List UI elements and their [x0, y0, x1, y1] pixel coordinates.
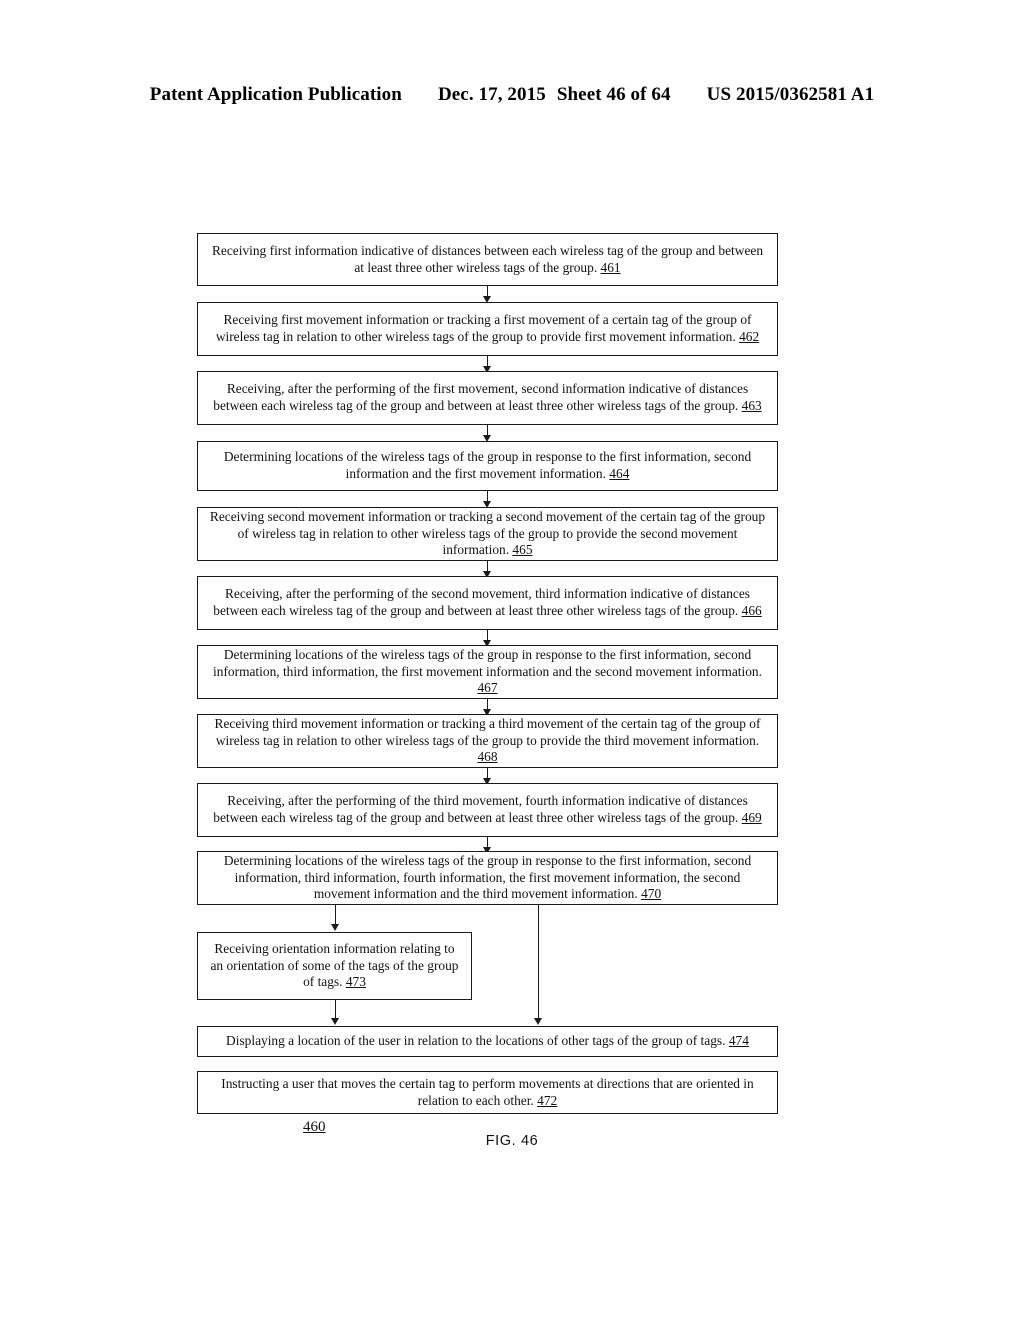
flow-box-470-text: Determining locations of the wireless ta… [223, 853, 752, 902]
flow-box-469-text: Receiving, after the performing of the t… [213, 793, 748, 825]
arrowhead-473-474 [331, 1018, 339, 1025]
flow-box-465-text: Receiving second movement information or… [209, 509, 766, 558]
flow-box-474-text: Displaying a location of the user in rel… [226, 1033, 726, 1049]
flow-box-462: Receiving first movement information or … [197, 302, 778, 356]
flowchart-diagram: Receiving first information indicative o… [0, 0, 1024, 1320]
flow-box-463-text: Receiving, after the performing of the f… [213, 381, 749, 413]
flow-box-467: Determining locations of the wireless ta… [197, 645, 778, 699]
arrowhead-470-474-bypass [534, 1018, 542, 1025]
flow-box-472-ref: 472 [537, 1092, 558, 1108]
flow-box-470: Determining locations of the wireless ta… [197, 851, 778, 905]
flow-box-465-ref: 465 [512, 542, 533, 558]
arrowhead-470-473 [331, 924, 339, 931]
flow-box-467-text: Determining locations of the wireless ta… [213, 647, 762, 679]
flow-box-466-ref: 466 [741, 603, 762, 618]
flow-box-466: Receiving, after the performing of the s… [197, 576, 778, 630]
flow-box-461: Receiving first information indicative o… [197, 233, 778, 286]
connector-473-474 [335, 1000, 336, 1020]
flow-box-464: Determining locations of the wireless ta… [197, 441, 778, 491]
flow-box-461-text: Receiving first information indicative o… [211, 242, 764, 275]
flow-box-468: Receiving third movement information or … [197, 714, 778, 768]
flow-box-464-ref: 464 [609, 466, 630, 481]
flow-box-466-text: Receiving, after the performing of the s… [213, 586, 751, 618]
flow-box-468-ref: 468 [477, 749, 498, 765]
connector-470-473 [335, 905, 336, 926]
figure-caption: FIG. 46 [485, 1133, 539, 1149]
flow-box-467-ref: 467 [477, 680, 498, 696]
flow-box-462-text: Receiving first movement information or … [215, 312, 752, 344]
flow-box-464-text: Determining locations of the wireless ta… [223, 449, 752, 481]
flow-box-473-ref: 473 [345, 974, 366, 990]
flow-box-469: Receiving, after the performing of the t… [197, 783, 778, 837]
flow-box-472: Instructing a user that moves the certai… [197, 1071, 778, 1114]
flow-box-462-ref: 462 [739, 329, 760, 344]
flow-box-468-text: Receiving third movement information or … [214, 716, 761, 748]
flow-box-473-text: Receiving orientation information relati… [210, 941, 459, 990]
flow-box-465: Receiving second movement information or… [197, 507, 778, 561]
flow-box-463: Receiving, after the performing of the f… [197, 371, 778, 425]
flow-box-474-ref: 474 [728, 1033, 749, 1049]
flow-box-463-ref: 463 [741, 398, 762, 413]
flow-box-469-ref: 469 [741, 810, 762, 825]
flow-box-473: Receiving orientation information relati… [197, 932, 472, 1000]
flow-box-470-ref: 470 [641, 886, 662, 902]
connector-470-474-bypass [538, 905, 539, 1020]
flow-box-474: Displaying a location of the user in rel… [197, 1026, 778, 1057]
flow-box-472-text: Instructing a user that moves the certai… [221, 1075, 754, 1108]
flow-box-461-ref: 461 [600, 259, 621, 275]
